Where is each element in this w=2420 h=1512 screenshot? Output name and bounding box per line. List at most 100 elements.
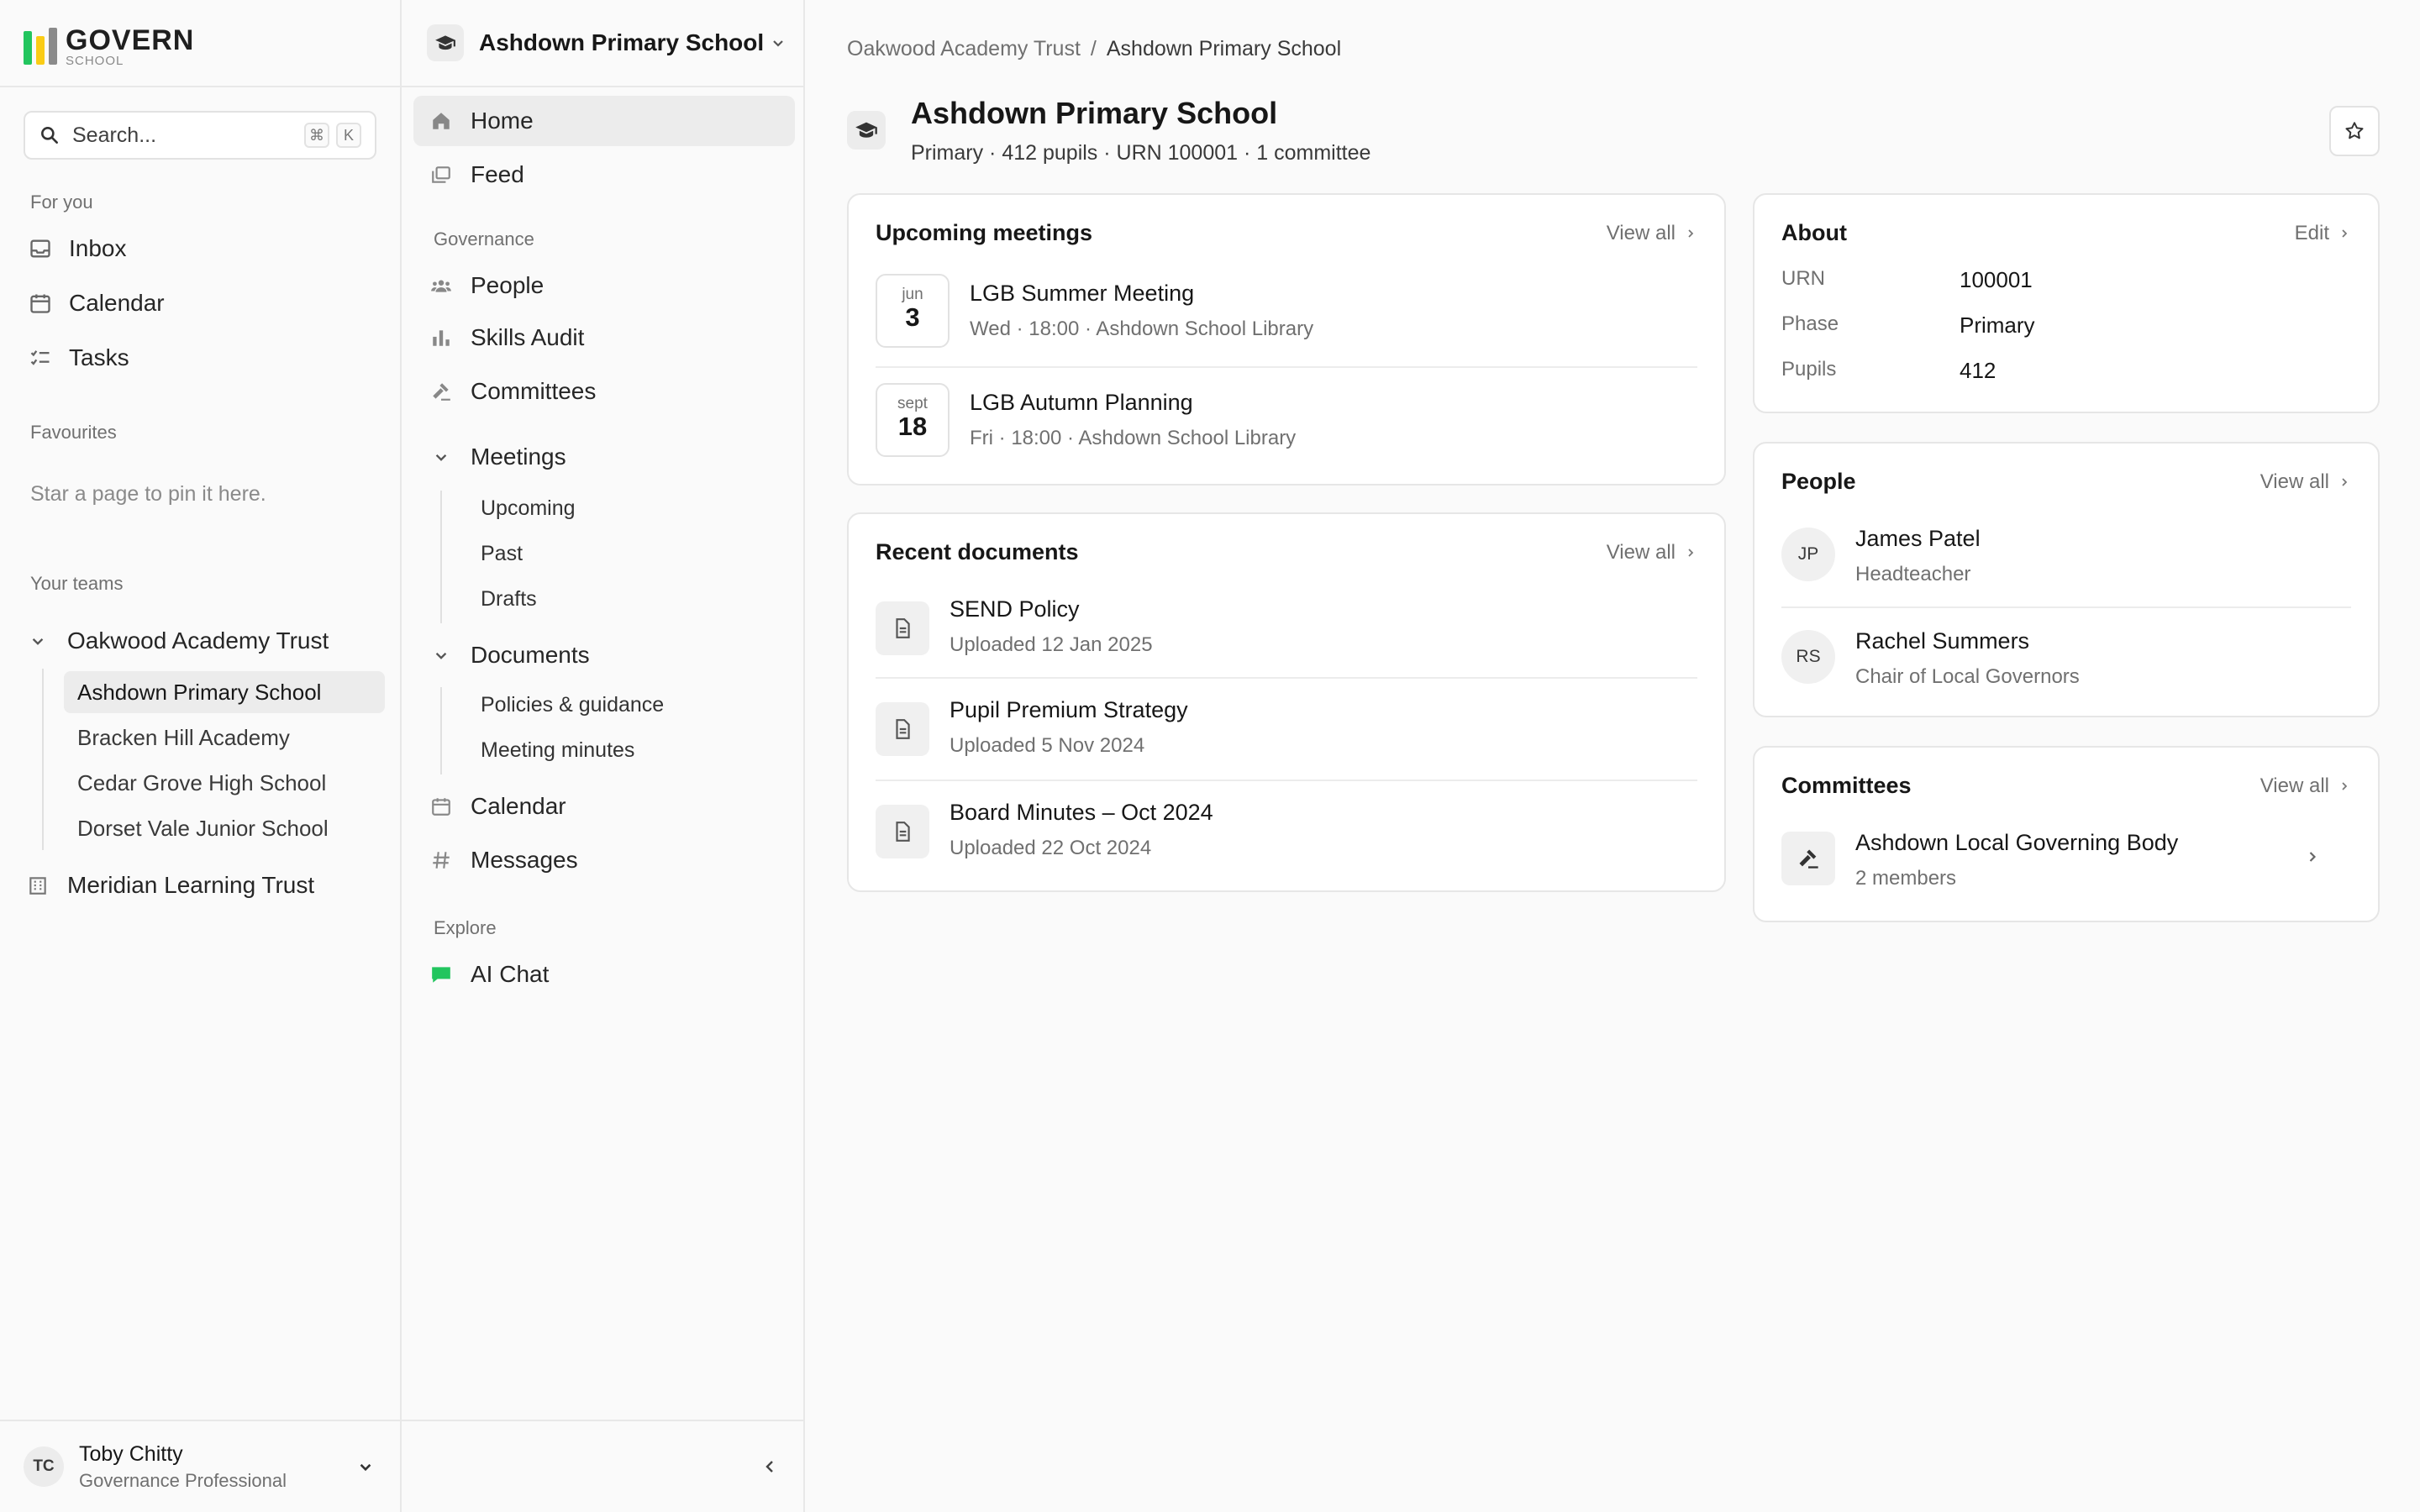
favourite-button[interactable] (2329, 106, 2380, 156)
logo-subtitle: SCHOOL (66, 53, 124, 68)
search-placeholder: Search... (72, 123, 157, 147)
search-input[interactable]: Search... ⌘ K (24, 111, 376, 160)
row-divider (876, 677, 1697, 679)
sidebar-item-tasks[interactable]: Tasks (24, 334, 385, 381)
view-all-meetings-link[interactable]: View all (1607, 222, 1697, 245)
about-value: 100001 (1960, 267, 2033, 292)
nav-label: Documents (471, 642, 590, 668)
home-icon (433, 113, 450, 129)
nav-label: People (471, 272, 544, 298)
favourites-hint: Star a page to pin it here. (30, 482, 266, 506)
nav-label: Feed (471, 161, 524, 187)
committee-members: 2 members (1855, 867, 1957, 890)
nav-documents[interactable]: Documents (413, 630, 795, 680)
sidebar-item-label: Calendar (69, 290, 165, 316)
people-icon (431, 280, 451, 292)
nav-feed[interactable]: Feed (413, 150, 795, 200)
building-icon (29, 877, 46, 895)
nav-meetings-upcoming[interactable]: Upcoming (481, 491, 576, 525)
nav-people[interactable]: People (413, 260, 795, 311)
school-name: Ashdown Primary School (77, 679, 322, 705)
edit-about-link[interactable]: Edit (2295, 222, 2351, 245)
avatar: RS (1781, 630, 1835, 684)
page-meta: Primary · 412 pupils · URN 100001 · 1 co… (911, 141, 1371, 165)
document-icon (876, 702, 929, 756)
committees-card: Committees View all Ashdown Local Govern… (1753, 746, 2380, 922)
shortcut-key-k: K (336, 123, 361, 148)
user-role: Governance Professional (79, 1469, 287, 1491)
tasks-icon (30, 350, 50, 365)
school-item-bracken-hill[interactable]: Bracken Hill Academy (64, 717, 385, 759)
documents-tree-line (440, 687, 442, 774)
team-meridian[interactable]: Meridian Learning Trust (24, 863, 385, 908)
view-all-committees-link[interactable]: View all (2260, 774, 2351, 798)
school-item-cedar-grove[interactable]: Cedar Grove High School (64, 762, 385, 804)
school-switcher[interactable]: Ashdown Primary School (427, 22, 788, 64)
bar-chart-icon (433, 330, 450, 346)
breadcrumb-current: Ashdown Primary School (1106, 37, 1342, 60)
nav-label: Meetings (471, 444, 566, 470)
user-name: Toby Chitty (79, 1441, 183, 1466)
chevron-down-icon (32, 638, 44, 645)
meetings-tree-line (440, 491, 442, 623)
graduation-cap-icon (847, 111, 886, 150)
school-name: Cedar Grove High School (77, 769, 327, 795)
document-title: Pupil Premium Strategy (950, 697, 1188, 722)
people-card: People View all JP James Patel Headteach… (1753, 442, 2380, 717)
card-title: About (1781, 220, 1847, 245)
link-label: View all (1606, 540, 1676, 564)
sidebar-item-inbox[interactable]: Inbox (24, 225, 385, 272)
breadcrumb: Oakwood Academy Trust / Ashdown Primary … (847, 37, 1341, 61)
upcoming-meetings-card: Upcoming meetings View all jun 3 LGB Sum… (847, 193, 1726, 486)
school-item-dorset-vale[interactable]: Dorset Vale Junior School (64, 807, 385, 849)
view-all-documents-link[interactable]: View all (1607, 541, 1697, 564)
team-oakwood[interactable]: Oakwood Academy Trust (24, 618, 385, 664)
card-title: Recent documents (876, 539, 1079, 564)
row-divider (1781, 606, 2351, 608)
explore-label: Explore (434, 917, 497, 938)
calendar-icon (432, 798, 450, 816)
nav-documents-policies[interactable]: Policies & guidance (481, 688, 664, 722)
row-divider (876, 780, 1697, 781)
about-value: Primary (1960, 312, 2035, 338)
user-menu[interactable]: TC Toby Chitty Governance Professional (0, 1420, 400, 1512)
breadcrumb-parent[interactable]: Oakwood Academy Trust (847, 37, 1081, 61)
link-label: View all (2260, 774, 2329, 797)
sidebar-item-calendar[interactable]: Calendar (24, 280, 385, 327)
feed-icon (432, 166, 450, 183)
nav-messages[interactable]: Messages (413, 835, 795, 885)
nav-home[interactable]: Home (413, 96, 795, 146)
nav-meetings-past[interactable]: Past (481, 537, 523, 570)
nav-committees[interactable]: Committees (413, 366, 795, 417)
gavel-icon (433, 383, 450, 401)
school-item-ashdown[interactable]: Ashdown Primary School (64, 671, 385, 713)
app-sidebar: GOVERN SCHOOL Search... ⌘ K For you Inbo… (0, 0, 402, 1512)
chevron-down-icon (773, 40, 783, 47)
nav-calendar[interactable]: Calendar (413, 781, 795, 832)
nav-label: Calendar (471, 793, 566, 819)
nav-skills-audit[interactable]: Skills Audit (413, 312, 795, 363)
link-label: View all (1606, 221, 1676, 244)
nav-ai-chat[interactable]: AI Chat (413, 949, 795, 1000)
inbox-icon (30, 239, 50, 258)
nav-label: Messages (471, 847, 578, 873)
nav-meetings[interactable]: Meetings (413, 432, 795, 482)
chevron-right-icon (1688, 548, 1694, 557)
hash-icon (433, 852, 450, 869)
chevron-down-icon (435, 652, 447, 659)
govern-logo[interactable]: GOVERN SCHOOL (24, 25, 194, 67)
gavel-icon (1781, 832, 1835, 885)
person-name: James Patel (1855, 526, 1981, 551)
date-badge: jun 3 (876, 274, 950, 348)
date-day: 18 (897, 412, 928, 441)
document-uploaded: Uploaded 5 Nov 2024 (950, 734, 1145, 757)
chevron-left-icon[interactable] (760, 1457, 780, 1477)
nav-documents-minutes[interactable]: Meeting minutes (481, 733, 634, 767)
avatar: TC (24, 1446, 64, 1487)
view-all-people-link[interactable]: View all (2260, 470, 2351, 494)
chevron-down-icon (435, 454, 447, 461)
nav-meetings-drafts[interactable]: Drafts (481, 582, 537, 616)
document-icon (876, 805, 929, 858)
meeting-title: LGB Summer Meeting (970, 281, 1195, 306)
graduation-cap-icon (427, 24, 464, 61)
